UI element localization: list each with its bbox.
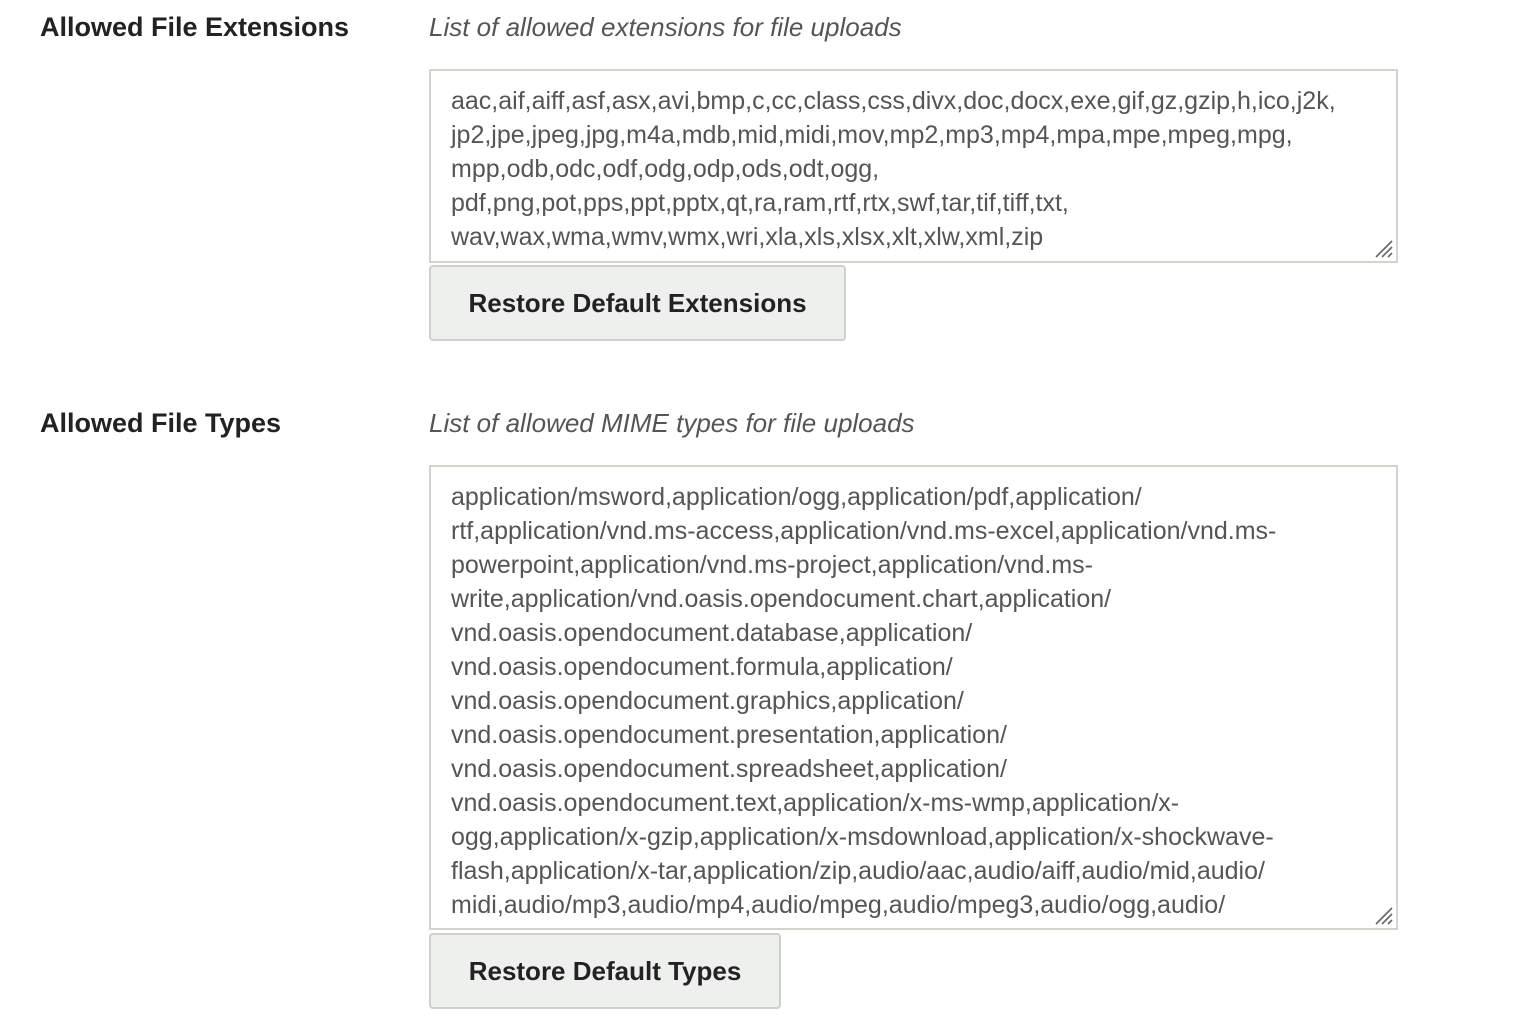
allowed-extensions-description: List of allowed extensions for file uplo… (429, 12, 902, 42)
allowed-extensions-label: Allowed File Extensions (40, 12, 350, 42)
restore-default-extensions-button[interactable]: Restore Default Extensions (429, 265, 846, 341)
restore-default-types-button[interactable]: Restore Default Types (429, 933, 781, 1009)
allowed-types-field-wrapper: application/msword,application/ogg,appli… (429, 465, 1398, 930)
resize-handle-icon[interactable] (1370, 235, 1394, 259)
allowed-extensions-field-wrapper: aac,aif,aiff,asf,asx,avi,bmp,c,cc,class,… (429, 69, 1398, 263)
upload-settings-page: Allowed File Extensions List of allowed … (0, 0, 1524, 1028)
allowed-types-textarea[interactable]: application/msword,application/ogg,appli… (431, 467, 1396, 928)
resize-handle-icon[interactable] (1370, 902, 1394, 926)
allowed-types-description: List of allowed MIME types for file uplo… (429, 408, 915, 438)
allowed-extensions-textarea[interactable]: aac,aif,aiff,asf,asx,avi,bmp,c,cc,class,… (431, 71, 1396, 261)
allowed-types-label: Allowed File Types (40, 408, 282, 438)
